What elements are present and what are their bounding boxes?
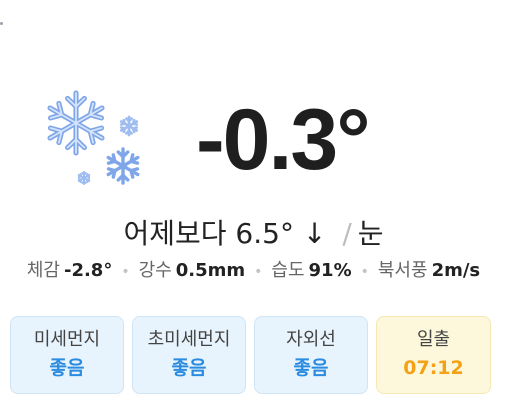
card-ultrafine-dust[interactable]: 초미세먼지 좋음: [132, 316, 246, 394]
compare-yesterday: 어제보다 6.5° ↓: [123, 217, 327, 250]
detail-humidity: 습도 91%: [271, 260, 352, 281]
current-temperature: -0.3°: [196, 92, 371, 188]
card-value: 좋음: [293, 357, 329, 379]
snowflakes-icon: [42, 86, 146, 190]
condition-summary: 어제보다 6.5° ↓ / 눈: [0, 214, 507, 254]
card-fine-dust[interactable]: 미세먼지 좋음: [10, 316, 124, 394]
card-value: 좋음: [171, 357, 207, 379]
corner-marker: [0, 22, 3, 25]
card-sunrise[interactable]: 일출 07:12: [376, 316, 491, 394]
separator: /: [342, 217, 352, 250]
summary-cards: 미세먼지 좋음 초미세먼지 좋음 자외선 좋음 일출 07:12: [10, 316, 491, 394]
bullet-divider: •: [254, 264, 263, 280]
card-label: 초미세먼지: [147, 329, 231, 350]
detail-feels-like: 체감 -2.8°: [26, 260, 113, 281]
detail-precipitation: 강수 0.5mm: [138, 260, 246, 281]
weather-details: 체감 -2.8° • 강수 0.5mm • 습도 91% • 북서풍 2m/s: [0, 257, 507, 286]
card-value: 07:12: [403, 357, 464, 379]
card-label: 자외선: [286, 329, 336, 350]
bullet-divider: •: [360, 264, 369, 280]
weather-condition: 눈: [357, 217, 384, 250]
card-label: 일출: [416, 329, 451, 350]
bullet-divider: •: [121, 264, 130, 280]
card-label: 미세먼지: [33, 329, 101, 350]
card-uv-index[interactable]: 자외선 좋음: [254, 316, 368, 394]
detail-wind: 북서풍 2m/s: [377, 260, 481, 281]
card-value: 좋음: [49, 357, 85, 379]
